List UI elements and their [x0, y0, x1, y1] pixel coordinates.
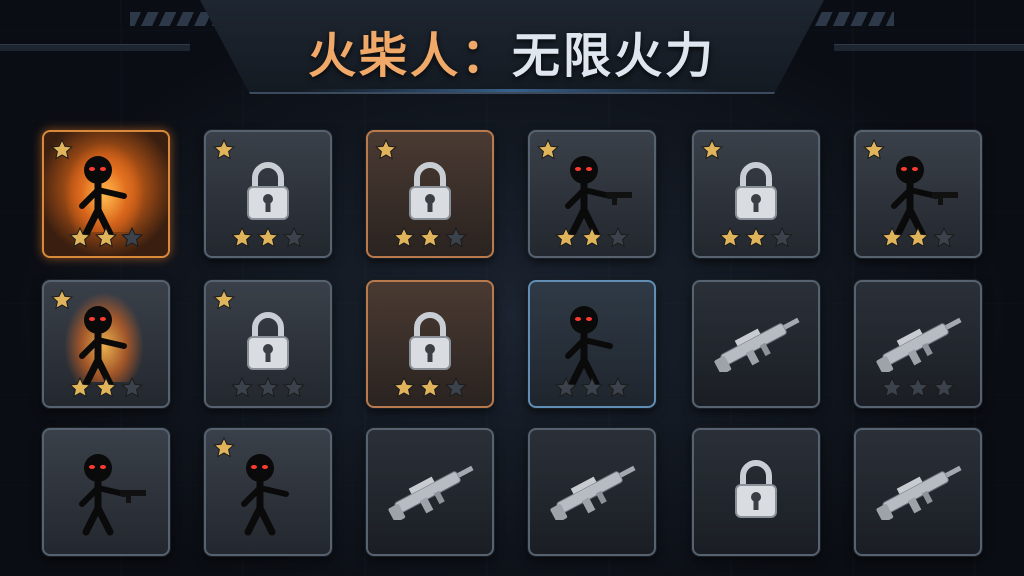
corner-star-icon	[537, 138, 559, 160]
level-card-5[interactable]	[692, 130, 820, 258]
star-empty-icon	[581, 376, 603, 398]
level-card-4[interactable]	[528, 130, 656, 258]
padlock-icon	[735, 162, 777, 220]
level-card-8[interactable]	[204, 280, 332, 408]
level-card-13[interactable]	[42, 428, 170, 556]
star-filled-icon	[95, 376, 117, 398]
star-empty-icon	[771, 226, 793, 248]
level-card-17[interactable]	[692, 428, 820, 556]
star-filled-icon	[69, 226, 91, 248]
star-rating	[694, 226, 818, 250]
level-card-15[interactable]	[366, 428, 494, 556]
rifle-icon	[876, 465, 962, 520]
stickman-icon	[241, 454, 289, 536]
star-empty-icon	[607, 226, 629, 248]
corner-star-icon	[863, 138, 885, 160]
level-card-11[interactable]	[692, 280, 820, 408]
rifle-icon	[388, 465, 474, 520]
corner-star-icon	[375, 138, 397, 160]
star-empty-icon	[231, 376, 253, 398]
padlock-icon	[409, 312, 451, 370]
star-filled-icon	[95, 226, 117, 248]
level-grid	[0, 0, 1024, 576]
star-filled-icon	[69, 376, 91, 398]
star-rating	[206, 226, 330, 250]
star-filled-icon	[745, 226, 767, 248]
level-card-12[interactable]	[854, 280, 982, 408]
level-card-16[interactable]	[528, 428, 656, 556]
star-filled-icon	[393, 376, 415, 398]
padlock-icon	[409, 162, 451, 220]
star-filled-icon	[257, 226, 279, 248]
star-filled-icon	[419, 376, 441, 398]
corner-star-icon	[51, 288, 73, 310]
star-empty-icon	[607, 376, 629, 398]
star-filled-icon	[393, 226, 415, 248]
star-rating	[44, 226, 168, 250]
corner-star-icon	[213, 288, 235, 310]
rifle-icon	[714, 317, 800, 372]
star-filled-icon	[881, 226, 903, 248]
star-empty-icon	[881, 376, 903, 398]
star-filled-icon	[581, 226, 603, 248]
corner-star-icon	[213, 138, 235, 160]
star-rating	[44, 376, 168, 400]
level-card-3[interactable]	[366, 130, 494, 258]
level-card-10[interactable]	[528, 280, 656, 408]
star-empty-icon	[257, 376, 279, 398]
star-empty-icon	[121, 226, 143, 248]
star-empty-icon	[933, 226, 955, 248]
star-filled-icon	[719, 226, 741, 248]
star-empty-icon	[907, 376, 929, 398]
level-card-6[interactable]	[854, 130, 982, 258]
star-filled-icon	[555, 226, 577, 248]
level-card-18[interactable]	[854, 428, 982, 556]
star-rating	[856, 226, 980, 250]
star-rating	[368, 376, 492, 400]
star-filled-icon	[907, 226, 929, 248]
padlock-icon	[735, 460, 777, 518]
star-rating	[856, 376, 980, 400]
star-empty-icon	[283, 226, 305, 248]
star-empty-icon	[445, 226, 467, 248]
rifle-icon	[550, 465, 636, 520]
star-empty-icon	[121, 376, 143, 398]
star-empty-icon	[933, 376, 955, 398]
star-empty-icon	[555, 376, 577, 398]
star-rating	[206, 376, 330, 400]
stickman-gun-icon	[79, 454, 146, 536]
rifle-icon	[876, 317, 962, 372]
star-filled-icon	[231, 226, 253, 248]
level-card-9[interactable]	[366, 280, 494, 408]
padlock-icon	[247, 162, 289, 220]
star-empty-icon	[283, 376, 305, 398]
corner-star-icon	[51, 138, 73, 160]
star-filled-icon	[419, 226, 441, 248]
star-empty-icon	[445, 376, 467, 398]
corner-star-icon	[213, 436, 235, 458]
star-rating	[530, 376, 654, 400]
level-card-7[interactable]	[42, 280, 170, 408]
star-rating	[530, 226, 654, 250]
padlock-icon	[247, 312, 289, 370]
star-rating	[368, 226, 492, 250]
level-card-1[interactable]	[42, 130, 170, 258]
corner-star-icon	[701, 138, 723, 160]
level-card-2[interactable]	[204, 130, 332, 258]
level-card-14[interactable]	[204, 428, 332, 556]
